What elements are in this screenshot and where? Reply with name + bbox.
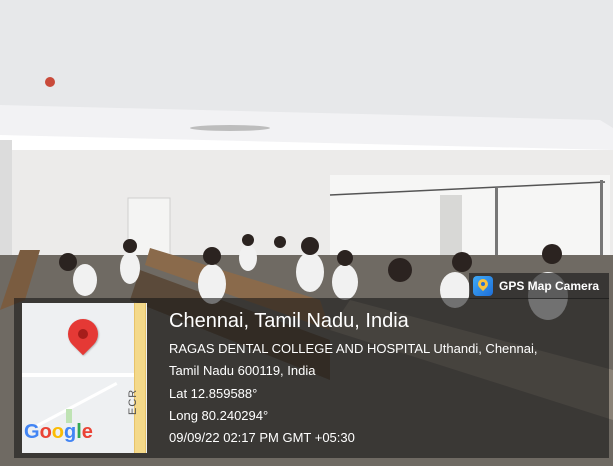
- gps-map-camera-app-icon: [473, 276, 493, 296]
- longitude-text: Long 80.240294°: [169, 408, 269, 423]
- timestamp-text: 09/09/22 02:17 PM GMT +05:30: [169, 430, 355, 445]
- google-logo: Google: [24, 421, 93, 444]
- ceiling-fan: [190, 125, 270, 131]
- location-title: Chennai, Tamil Nadu, India: [169, 310, 409, 332]
- gps-map-camera-label: GPS Map Camera: [499, 279, 600, 293]
- google-logo-letter: o: [39, 421, 52, 443]
- address-line-1: RAGAS DENTAL COLLEGE AND HOSPITAL Uthand…: [169, 341, 538, 356]
- map-pin-dot: [78, 329, 88, 339]
- latitude-text: Lat 12.859588°: [169, 386, 258, 401]
- google-logo-letter: g: [64, 421, 77, 443]
- gps-map-camera-tag: GPS Map Camera: [469, 273, 609, 299]
- google-logo-letter: e: [81, 421, 93, 443]
- address-line-2: Tamil Nadu 600119, India: [169, 363, 316, 378]
- fire-alarm: [45, 77, 55, 87]
- map-road-label: ECR: [127, 388, 139, 415]
- google-logo-letter: o: [51, 421, 64, 443]
- google-logo-letter: G: [24, 421, 40, 443]
- map-road: [22, 373, 134, 377]
- map-thumbnail: ECR Google: [22, 303, 147, 453]
